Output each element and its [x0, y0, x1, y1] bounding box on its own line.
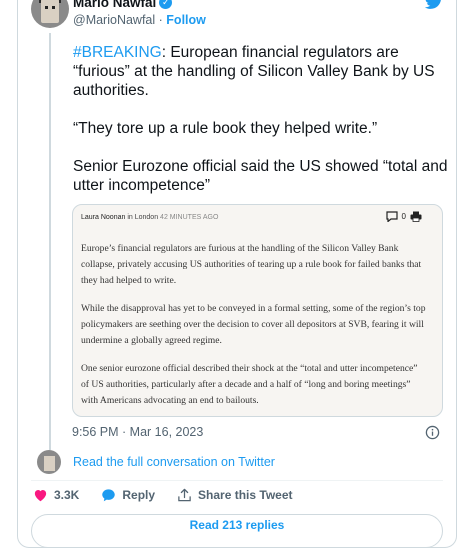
- like-count: 3.3K: [54, 488, 80, 502]
- article-paragraph: One senior eurozone official described t…: [81, 363, 418, 406]
- author-name-row[interactable]: Mario Nawfal ✓: [73, 0, 173, 10]
- share-label: Share this Tweet: [198, 488, 293, 502]
- article-location: London: [134, 214, 159, 221]
- author-name[interactable]: Mario Nawfal: [73, 0, 156, 10]
- reply-button[interactable]: Reply: [101, 488, 155, 502]
- comment-icon: [385, 211, 398, 222]
- article-body: Europe’s financial regulators are furiou…: [81, 241, 426, 416]
- reply-label: Reply: [122, 488, 156, 502]
- tweet-paragraph-1: #BREAKING: European financial regulators…: [73, 43, 453, 100]
- tweet-actions: 3.3K Reply Share this Tweet: [33, 488, 315, 502]
- like-button[interactable]: 3.3K: [33, 488, 79, 502]
- tweet-paragraph-3: Senior Eurozone official said the US sho…: [73, 158, 448, 194]
- verified-badge-icon: ✓: [159, 0, 173, 9]
- hashtag-link[interactable]: #BREAKING: [73, 44, 162, 61]
- article-time-ago: 42 MINUTES AGO: [160, 214, 219, 221]
- author-handle-row: @MarioNawfal · Follow: [73, 13, 206, 27]
- action-divider: [31, 480, 443, 481]
- read-replies-button[interactable]: Read 213 replies: [31, 514, 443, 548]
- article-byline: Laura Noonan in London 42 MINUTES AGO: [81, 214, 218, 221]
- author-handle[interactable]: @MarioNawfal: [73, 13, 155, 27]
- article-location-prefix: in: [127, 214, 133, 221]
- follow-link[interactable]: Follow: [166, 13, 206, 27]
- article-screenshot-image[interactable]: Laura Noonan in London 42 MINUTES AGO 0 …: [72, 204, 443, 417]
- read-full-conversation-link[interactable]: Read the full conversation on Twitter: [73, 455, 275, 469]
- share-icon: [178, 488, 191, 502]
- article-tools: 0: [385, 211, 422, 222]
- separator-dot: ·: [158, 13, 163, 27]
- article-author: Laura Noonan: [81, 214, 126, 221]
- thread-line: [49, 33, 51, 450]
- article-comment-count: 0: [401, 212, 406, 221]
- article-paragraph: Europe’s financial regulators are furiou…: [81, 243, 422, 286]
- share-button[interactable]: Share this Tweet: [177, 488, 293, 502]
- heart-icon: [34, 490, 47, 502]
- tweet-body: #BREAKING: European financial regulators…: [73, 43, 453, 214]
- conversation-avatar[interactable]: [37, 450, 61, 474]
- tweet-paragraph-2: “They tore up a rule book they helped wr…: [73, 120, 378, 137]
- tweet-timestamp[interactable]: 9:56 PM · Mar 16, 2023: [72, 425, 203, 439]
- read-replies-label: Read 213 replies: [189, 518, 285, 532]
- print-icon: [410, 211, 422, 222]
- twitter-bird-icon[interactable]: [424, 0, 444, 10]
- info-icon[interactable]: [425, 425, 440, 440]
- article-paragraph: While the disapproval has yet to be conv…: [81, 303, 426, 346]
- reply-bubble-icon: [102, 489, 116, 502]
